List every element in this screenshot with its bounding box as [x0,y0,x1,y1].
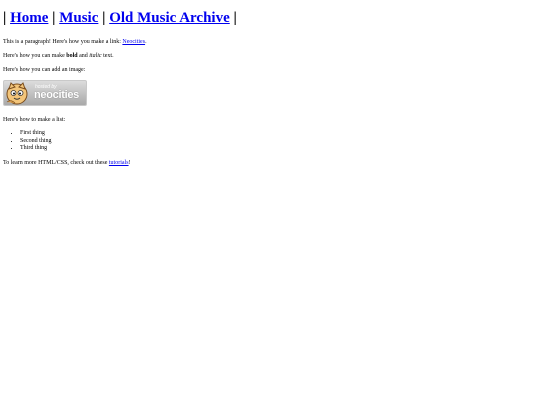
list-item: First thing [20,130,537,138]
paragraph-image-intro: Here's how you can add an image: [3,66,537,74]
list-item: Second thing [20,138,537,146]
neocities-link[interactable]: Neocities [122,39,145,45]
page: | Home | Music | Old Music Archive | Thi… [0,0,540,405]
nav-separator: | [3,10,7,26]
tutorials-link[interactable]: tutorials [109,160,129,166]
nav-link-music[interactable]: Music [59,10,98,26]
paragraph-link-example: This is a paragraph! Here's how you make… [3,38,537,46]
banner-big-text: neocities [34,89,79,101]
paragraph-text: Here's how you can add an image: [3,67,86,73]
paragraph-end: ! [128,159,131,166]
paragraph-bold-italic: Here's how you can make bold and italic … [3,52,537,60]
neocities-banner-image[interactable]: hosted by neocities [3,80,87,106]
paragraph-text: and [77,53,90,59]
nav-header: | Home | Music | Old Music Archive | [3,9,537,27]
bold-text: bold [66,53,78,59]
nav-link-old-music-archive[interactable]: Old Music Archive [109,10,230,26]
nav-separator: | [233,10,237,26]
nav-separator: | [52,10,56,26]
paragraph-text: Here's how to make a list: [3,117,66,123]
italic-text: italic [89,53,102,59]
paragraph-text: To learn more HTML/CSS, check out these [3,159,109,166]
example-list: First thing Second thing Third thing [3,130,537,153]
paragraph-text: Here's how you can make [3,53,67,59]
paragraph-text: This is a paragraph! Here's how you make… [3,39,123,45]
nav-separator: | [102,10,106,26]
paragraph-end: . [145,39,147,45]
paragraph-end: text. [101,53,114,59]
paragraph-tutorials: To learn more HTML/CSS, check out these … [3,159,537,167]
list-item: Third thing [20,145,537,153]
neocities-cat-icon [6,82,28,105]
paragraph-list-intro: Here's how to make a list: [3,116,537,124]
nav-link-home[interactable]: Home [10,10,48,26]
